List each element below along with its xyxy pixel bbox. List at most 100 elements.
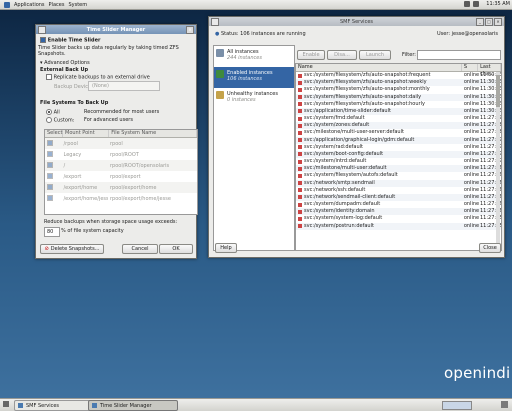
- col-state[interactable]: S: [462, 64, 479, 71]
- service-row[interactable]: svc:/system/filesystem/zfs/auto-snapshot…: [296, 101, 501, 108]
- service-row[interactable]: svc:/network/smtp:sendmail online 11:27:46: [296, 179, 501, 187]
- service-row[interactable]: svc:/system/dumpadm:default online 11:27:4…: [296, 201, 501, 208]
- service-row[interactable]: svc:/network/ssh:default online 11:27:46: [296, 187, 501, 194]
- fs-select-checkbox[interactable]: [47, 173, 53, 180]
- service-row[interactable]: svc:/system/intrd:default online 11:27:47: [296, 158, 501, 165]
- service-row[interactable]: svc:/system/identity:domain online 11:27:4…: [296, 208, 501, 216]
- ok-button[interactable]: OK: [159, 244, 193, 254]
- backup-device-combo[interactable]: (None): [88, 81, 160, 91]
- applications-menu[interactable]: Applications: [14, 2, 45, 8]
- window-menu-icon[interactable]: [211, 18, 219, 26]
- service-status-icon: [298, 152, 302, 157]
- disable-button[interactable]: Disa...: [327, 50, 357, 60]
- fs-name: rpool/export/home/jesse: [109, 195, 171, 202]
- capacity-spinner[interactable]: 80: [44, 227, 60, 237]
- service-row[interactable]: svc:/application/time-slider:default onli…: [296, 107, 501, 116]
- fs-select-checkbox[interactable]: [47, 162, 53, 169]
- enable-label: Enable Time Slider: [47, 37, 101, 44]
- custom-radio[interactable]: [46, 117, 52, 123]
- instance-group-item[interactable]: Enabled instances 106 instances: [214, 67, 294, 88]
- system-menu[interactable]: System: [68, 2, 87, 8]
- service-state: online: [463, 122, 480, 129]
- col-mount-point[interactable]: Mount Point: [63, 130, 110, 137]
- service-row[interactable]: svc:/system/filesystem/zfs/auto-snapshot…: [296, 93, 501, 101]
- scrollbar-thumb[interactable]: [496, 75, 500, 107]
- instance-group-item[interactable]: All instances 244 instances: [214, 46, 294, 67]
- service-row[interactable]: svc:/milestone/multi-user-server:default…: [296, 129, 501, 136]
- minimize-icon[interactable]: _: [476, 18, 484, 26]
- delete-snapshots-button[interactable]: ⊘ Delete Snapshots...: [40, 244, 104, 254]
- service-row[interactable]: svc:/system/postrun:default online 11:27:4…: [296, 222, 501, 230]
- fs-select-checkbox[interactable]: [47, 184, 53, 191]
- time-slider-titlebar[interactable]: Time Slider Manager ✕: [36, 25, 196, 34]
- close-label: Close: [483, 245, 497, 251]
- service-row[interactable]: svc:/system/boot-config:default online 11:…: [296, 150, 501, 159]
- service-row[interactable]: svc:/milestone/multi-user:default online 1…: [296, 165, 501, 173]
- taskbar-time-slider[interactable]: Time Slider Manager: [88, 400, 178, 411]
- cancel-button[interactable]: Cancel: [122, 244, 158, 254]
- service-name: svc:/milestone/multi-user:default: [304, 165, 387, 172]
- close-icon[interactable]: ✕: [186, 26, 194, 34]
- instance-group-item[interactable]: Unhealthy instances 0 instances: [214, 88, 294, 109]
- col-fs-name[interactable]: File System Name: [109, 130, 197, 137]
- service-row[interactable]: svc:/system/filesystem/zfs/auto-snapshot…: [296, 79, 501, 87]
- service-state: online: [463, 79, 480, 86]
- capacity-suffix: % of file system capacity: [61, 228, 124, 234]
- service-row[interactable]: svc:/system/zones:default online 11:27:48: [296, 122, 501, 130]
- service-row[interactable]: svc:/system/filesystem/autofs:default onl…: [296, 172, 501, 179]
- fs-heading: File Systems To Back Up: [40, 100, 109, 106]
- service-row[interactable]: svc:/system/fmd:default online 11:27:49: [296, 115, 501, 122]
- service-status-icon: [298, 138, 302, 143]
- replicate-checkbox[interactable]: [46, 74, 52, 80]
- workspace-switcher[interactable]: [442, 401, 472, 410]
- places-menu[interactable]: Places: [49, 2, 65, 8]
- volume-icon[interactable]: [473, 1, 480, 7]
- service-status-icon: [298, 116, 302, 121]
- all-description: Recommended for most users: [84, 109, 160, 115]
- window-menu-icon[interactable]: [38, 26, 46, 34]
- taskbar-smf[interactable]: SMF Services: [14, 400, 96, 411]
- service-row[interactable]: svc:/system/filesystem/zfs/auto-snapshot…: [296, 72, 501, 79]
- service-row[interactable]: svc:/system/rad:default online 11:27:47: [296, 144, 501, 151]
- expander-arrow-icon[interactable]: ▾: [40, 60, 43, 66]
- enable-checkbox[interactable]: [40, 37, 46, 43]
- trash-icon[interactable]: [501, 401, 508, 408]
- maximize-icon[interactable]: □: [485, 18, 493, 26]
- all-radio[interactable]: [46, 109, 52, 115]
- backup-device-value: (None): [92, 83, 109, 89]
- launch-button[interactable]: Launch: [359, 50, 391, 60]
- delete-icon: ⊘: [44, 246, 49, 252]
- service-state: online: [463, 93, 480, 100]
- service-name: svc:/application/graphical-login/gdm:def…: [304, 136, 415, 143]
- col-last-change[interactable]: Last cha...: [478, 64, 501, 77]
- col-name[interactable]: Name: [296, 64, 462, 71]
- fs-select-checkbox[interactable]: [47, 140, 53, 147]
- col-select[interactable]: Select: [45, 130, 63, 137]
- foot-menu-icon[interactable]: [4, 1, 10, 8]
- fs-select-checkbox[interactable]: [47, 195, 53, 202]
- close-button[interactable]: Close: [479, 243, 501, 253]
- service-state: online: [463, 72, 480, 78]
- filter-input[interactable]: [417, 50, 501, 60]
- service-row[interactable]: svc:/network/sendmail-client:default onli…: [296, 193, 501, 202]
- fs-select-checkbox[interactable]: [47, 151, 53, 158]
- smf-titlebar[interactable]: SMF Services _ □ ✕: [209, 17, 504, 26]
- network-icon[interactable]: [464, 1, 471, 7]
- service-status-icon: [298, 130, 302, 135]
- backup-device-label: Backup Device: [54, 84, 92, 90]
- service-name: svc:/system/system-log:default: [304, 215, 383, 222]
- advanced-options-expander[interactable]: Advanced Options: [44, 60, 90, 66]
- close-icon[interactable]: ✕: [494, 18, 502, 26]
- description-text: Time Slider backs up data regularly by t…: [38, 45, 179, 57]
- service-row[interactable]: svc:/system/filesystem/zfs/auto-snapshot…: [296, 86, 501, 93]
- clock[interactable]: 11:35 AM: [486, 1, 510, 7]
- service-status-icon: [298, 102, 302, 107]
- service-row[interactable]: svc:/application/graphical-login/gdm:def…: [296, 136, 501, 144]
- help-button[interactable]: Help: [215, 243, 237, 253]
- enable-button[interactable]: Enable: [297, 50, 325, 60]
- show-desktop-icon[interactable]: [3, 401, 9, 407]
- service-status-icon: [298, 109, 302, 114]
- filter-label: Filter:: [402, 52, 416, 58]
- service-row[interactable]: svc:/system/system-log:default online 11:2…: [296, 215, 501, 222]
- services-scrollbar[interactable]: [496, 72, 500, 248]
